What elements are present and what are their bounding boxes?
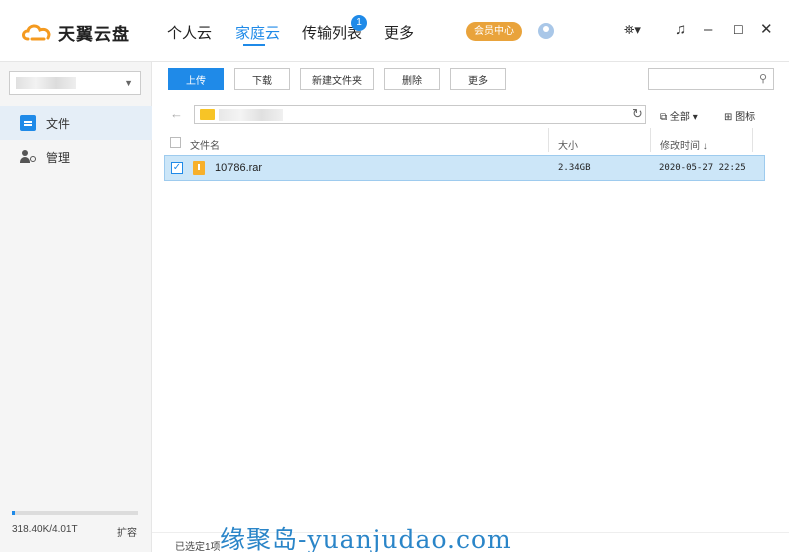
file-name[interactable]: 10786.rar	[215, 162, 262, 174]
column-divider[interactable]	[752, 128, 753, 152]
upload-button[interactable]: 上传	[168, 68, 224, 90]
copy-icon: ⧉	[660, 112, 668, 123]
family-account-select[interactable]: ▼	[9, 71, 141, 95]
folder-icon	[200, 109, 215, 120]
filter-all-label: 全部	[669, 112, 690, 123]
main-panel: 上传 下载 新建文件夹 删除 更多 ⚲ ← ↻ ⧉ 全部 ▾ ⊞ 图标 文件名 …	[152, 62, 789, 552]
nav-more[interactable]: 更多	[384, 22, 414, 43]
sidebar-item-label: 管理	[46, 150, 71, 165]
column-modified-label: 修改时间	[660, 141, 700, 152]
chevron-down-icon: ▼	[124, 78, 133, 88]
minimize-icon[interactable]: –	[704, 20, 712, 40]
chevron-down-icon: ▾	[692, 112, 698, 123]
app-logo: 天翼云盘	[20, 18, 130, 46]
file-modified: 2020-05-27 22:25	[659, 163, 746, 173]
file-icon	[20, 115, 36, 131]
nav-family-cloud[interactable]: 家庭云	[235, 22, 280, 43]
table-header: 文件名 大小 修改时间 ↓	[164, 132, 764, 154]
nav-personal-cloud[interactable]: 个人云	[167, 22, 212, 43]
close-icon[interactable]: ✕	[760, 20, 773, 40]
refresh-icon[interactable]: ↻	[632, 106, 643, 122]
column-size-header[interactable]: 大小	[558, 137, 578, 152]
quota-fill	[12, 511, 15, 515]
maximize-icon[interactable]: ☐	[733, 20, 744, 40]
title-bar: 天翼云盘 个人云 家庭云 传输列表 1 更多 会员中心 ⛯▾ ♫ – ☐ ✕	[0, 0, 789, 62]
selection-status: 已选定1项	[175, 542, 221, 552]
new-folder-button[interactable]: 新建文件夹	[300, 68, 374, 90]
expand-storage-link[interactable]: 扩容	[117, 524, 137, 539]
sidebar-item-label: 文件	[46, 116, 71, 131]
quota-text: 318.40K/4.01T	[12, 524, 78, 535]
table-row[interactable]: ✓ 10786.rar 2.34GB 2020-05-27 22:25	[164, 155, 765, 181]
member-icon	[20, 149, 36, 165]
icon-view-label: 图标	[735, 112, 756, 123]
sidebar: ▼ 文件 管理 318.40K/4.01T 扩容	[0, 62, 152, 552]
row-checkbox[interactable]: ✓	[171, 162, 183, 174]
transfer-count-badge: 1	[351, 15, 367, 31]
column-divider[interactable]	[650, 128, 651, 152]
search-input[interactable]: ⚲	[648, 68, 774, 90]
delete-button[interactable]: 删除	[384, 68, 440, 90]
active-tab-indicator	[243, 44, 265, 46]
path-blurred	[219, 109, 283, 121]
watermark-text: 缘聚岛-yuanjudao.com	[220, 525, 512, 552]
more-button[interactable]: 更多	[450, 68, 506, 90]
file-size: 2.34GB	[558, 163, 591, 173]
select-all-checkbox[interactable]	[170, 137, 181, 148]
logo-text: 天翼云盘	[58, 24, 130, 44]
sidebar-item-manage[interactable]: 管理	[0, 140, 152, 174]
sidebar-item-files[interactable]: 文件	[0, 106, 152, 140]
account-name-blurred	[16, 77, 76, 89]
filter-all-dropdown[interactable]: ⧉ 全部 ▾	[660, 108, 698, 123]
search-icon[interactable]: ⚲	[759, 72, 767, 85]
vip-center-button[interactable]: 会员中心	[466, 22, 522, 41]
icon-view-toggle[interactable]: ⊞ 图标	[724, 108, 755, 123]
grid-icon: ⊞	[724, 112, 733, 123]
archive-file-icon	[193, 161, 205, 175]
column-modified-header[interactable]: 修改时间 ↓	[660, 137, 708, 152]
cloud-logo-icon	[22, 24, 51, 41]
path-bar[interactable]	[194, 105, 646, 124]
download-button[interactable]: 下载	[234, 68, 290, 90]
avatar[interactable]	[538, 23, 554, 39]
skin-icon[interactable]: ⛯▾	[624, 20, 641, 40]
column-name-header[interactable]: 文件名	[190, 137, 220, 152]
sort-down-icon: ↓	[702, 141, 708, 152]
back-arrow-icon[interactable]: ←	[170, 106, 183, 121]
bell-icon[interactable]: ♫	[675, 20, 686, 40]
quota-bar	[12, 511, 138, 515]
column-divider[interactable]	[548, 128, 549, 152]
